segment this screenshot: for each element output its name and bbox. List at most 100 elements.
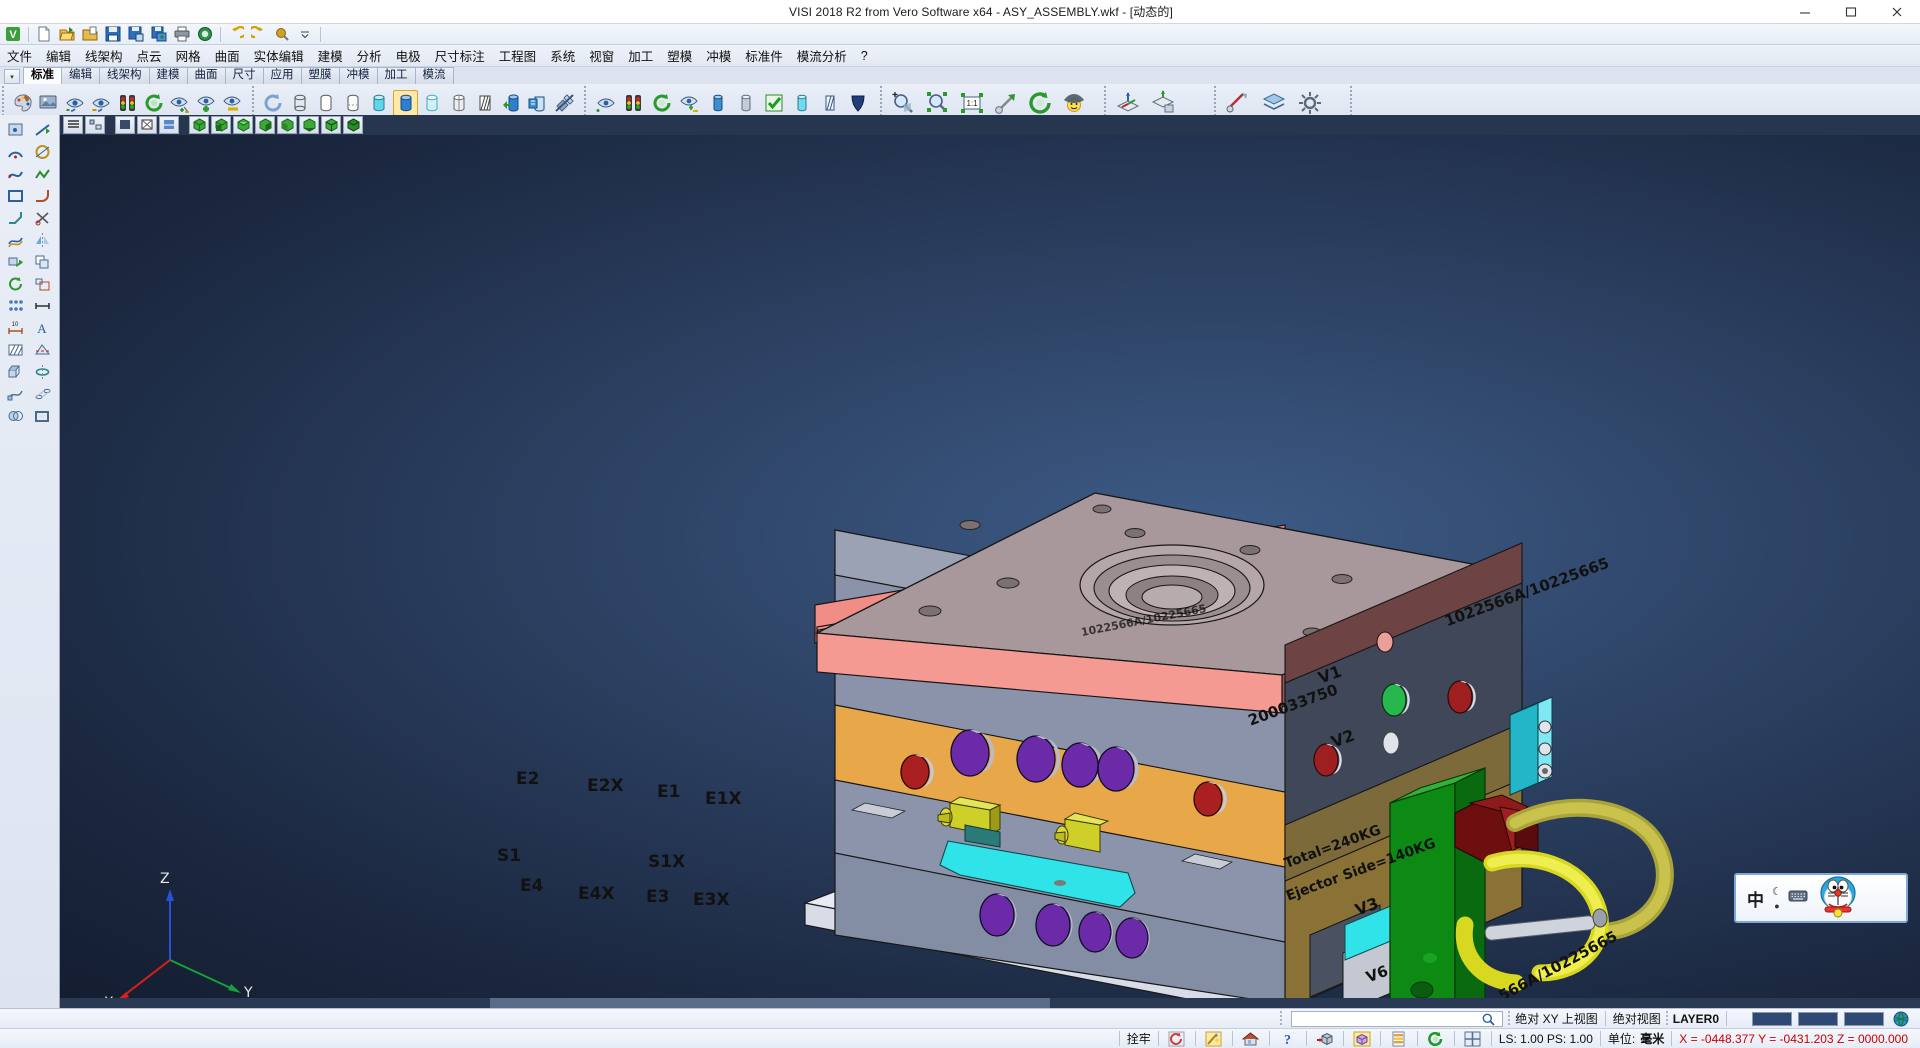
zoom-all-icon[interactable] [923,88,953,118]
hide-minus-icon[interactable] [221,90,245,116]
menu-item-4[interactable]: 网格 [169,44,208,67]
top-view-button[interactable] [233,116,253,134]
preview-icon[interactable] [194,25,216,44]
customize-icon[interactable] [271,25,293,44]
boolean-icon[interactable] [3,406,28,426]
measure-icon[interactable] [30,296,55,316]
menu-item-12[interactable]: 系统 [543,44,582,67]
render-blue-icon[interactable] [526,90,550,116]
absolute-view-label[interactable]: 绝对视图 [1613,1010,1661,1027]
tree-view-button[interactable] [85,116,105,134]
scrollbar-thumb[interactable] [490,998,1050,1008]
menu-item-19[interactable]: ? [854,47,875,65]
show-entities-icon[interactable] [63,90,87,116]
shaded-edges-icon[interactable] [340,90,364,116]
toggle-visibility-icon[interactable] [168,90,192,116]
menu-item-10[interactable]: 尺寸标注 [428,44,492,67]
cancel-render-icon[interactable] [552,90,576,116]
list-view-button[interactable] [63,116,83,134]
3d-viewport[interactable]: Z Y X E2 E2X E1 E1X S1 S1X E4 E4X E3 E3X… [60,135,1920,1008]
spline-icon[interactable] [3,164,28,184]
axon-view-button[interactable] [343,116,363,134]
sweep-icon[interactable] [3,384,28,404]
right-view-button[interactable] [255,116,275,134]
show-hide-adv-icon[interactable] [593,90,619,116]
text-icon[interactable]: A [30,318,55,338]
viewport-horizontal-scrollbar[interactable] [60,998,1920,1008]
save-icon[interactable] [102,25,124,44]
rotate-icon[interactable] [3,274,28,294]
tab-edit[interactable]: 编辑 [61,67,100,84]
menu-item-14[interactable]: 加工 [621,44,660,67]
shaded-cyan-icon[interactable] [367,90,391,116]
section-icon[interactable] [30,340,55,360]
menu-item-2[interactable]: 线架构 [78,44,130,67]
wireframe-icon[interactable] [287,90,311,116]
mirror-icon[interactable] [30,230,55,250]
menu-item-13[interactable]: 视窗 [582,44,621,67]
ime-moon-icon[interactable]: ☾ [1772,885,1782,898]
view-render-icon[interactable] [37,90,61,116]
arc-icon[interactable] [3,142,28,162]
rotate-view-icon[interactable] [1025,88,1055,118]
menu-item-15[interactable]: 塑模 [660,44,699,67]
workplane-create-icon[interactable] [1149,88,1179,118]
open-recent-icon[interactable] [79,25,101,44]
ime-dot-icon[interactable]: ● [1774,901,1779,911]
rect-icon[interactable] [3,186,28,206]
hide-entities-icon[interactable] [90,90,114,116]
transparent-icon[interactable] [420,90,444,116]
offset-icon[interactable] [3,230,28,250]
close-button[interactable] [1874,0,1920,24]
globe-icon[interactable] [1890,1010,1912,1028]
move-icon[interactable] [3,252,28,272]
tab-standard[interactable]: 标准 [23,67,62,84]
color-palette-icon[interactable] [11,90,35,116]
layers-orange-icon[interactable] [1388,1030,1410,1048]
circle-icon[interactable] [30,142,55,162]
workplane-axis-icon[interactable] [1113,88,1143,118]
trim-icon[interactable] [30,208,55,228]
line-icon[interactable] [30,120,55,140]
home-icon[interactable] [1240,1030,1262,1048]
silhouette-icon[interactable] [447,90,471,116]
undo-icon[interactable] [225,25,247,44]
tab-die[interactable]: 冲模 [339,67,378,84]
tab-application[interactable]: 应用 [263,67,302,84]
shell-icon[interactable] [30,406,55,426]
dim-icon[interactable]: 10 [3,318,28,338]
snap-cube-icon[interactable] [1314,1030,1336,1048]
redo-icon[interactable] [248,25,270,44]
wireframe-button[interactable] [137,116,157,134]
copy-icon[interactable] [30,252,55,272]
menu-item-18[interactable]: 模流分析 [790,44,854,67]
dark-shade-icon[interactable] [845,90,871,116]
show-plus-icon[interactable] [195,90,219,116]
pan-arrow-icon[interactable] [991,88,1021,118]
doraemon-avatar[interactable] [1814,873,1862,923]
traffic-light-adv-icon[interactable] [621,90,647,116]
tab-flow[interactable]: 模流 [415,67,454,84]
ime-input-widget[interactable]: 中 ☾ ● [1734,873,1908,923]
ime-mode-label[interactable]: 中 [1747,886,1764,911]
refresh-red-icon[interactable] [1166,1030,1188,1048]
hatch-adv-icon[interactable] [817,90,843,116]
menu-item-17[interactable]: 标准件 [738,44,790,67]
grid-snap-icon[interactable] [1223,88,1253,118]
tab-mould[interactable]: 塑膜 [301,67,340,84]
hatch-icon[interactable] [473,90,497,116]
color-swatch-3[interactable] [1844,1012,1884,1026]
check-green-icon[interactable] [761,90,787,116]
overflow-chevron-icon[interactable] [294,25,316,44]
menu-item-9[interactable]: 电极 [389,44,428,67]
chamfer-icon[interactable] [3,208,28,228]
tab-surface[interactable]: 曲面 [187,67,226,84]
refresh-adv-icon[interactable] [649,90,675,116]
help-icon[interactable]: ? [1277,1030,1299,1048]
redraw-icon[interactable] [261,90,285,116]
bottom-view-button[interactable] [299,116,319,134]
traffic-light-icon[interactable] [116,90,140,116]
render-green-icon[interactable] [499,90,523,116]
app-logo-icon[interactable]: V [2,25,24,44]
ribbon-dropdown-icon[interactable]: ▾ [4,69,20,84]
